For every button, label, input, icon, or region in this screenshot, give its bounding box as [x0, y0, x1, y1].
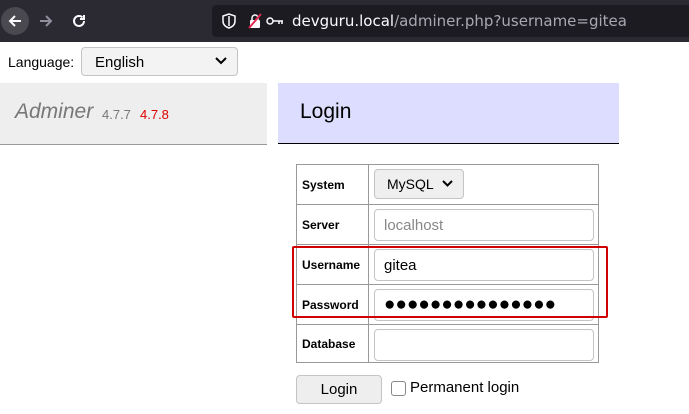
key-icon[interactable]: [266, 15, 284, 27]
reload-icon: [73, 14, 85, 27]
forward-arrow-icon: [40, 15, 53, 27]
credentials-highlight-box: [292, 246, 608, 318]
current-version: 4.7.7: [102, 107, 131, 122]
chevron-down-icon: [442, 180, 453, 187]
system-select[interactable]: MySQL: [374, 169, 464, 199]
shield-icon[interactable]: [222, 13, 236, 29]
url-text[interactable]: devguru.local/adminer.php?username=gitea: [292, 12, 627, 30]
back-button[interactable]: [1, 7, 29, 35]
database-input[interactable]: [374, 329, 594, 361]
page-header: Login: [278, 83, 619, 144]
chevron-down-icon: [215, 57, 227, 65]
url-path: /adminer.php?username=gitea: [394, 12, 627, 30]
reload-button[interactable]: [65, 7, 93, 35]
url-bar[interactable]: devguru.local/adminer.php?username=gitea: [212, 5, 689, 37]
system-selected-value: MySQL: [387, 176, 434, 192]
language-selected-value: English: [95, 54, 145, 71]
server-label: Server: [297, 205, 369, 244]
login-button[interactable]: Login: [296, 375, 382, 404]
permanent-login-label[interactable]: Permanent login: [410, 379, 519, 396]
new-version-link[interactable]: 4.7.8: [140, 107, 169, 122]
language-label: Language:: [8, 54, 75, 70]
app-name-link[interactable]: Adminer: [15, 100, 93, 124]
system-row: System MySQL: [297, 165, 598, 205]
forward-button[interactable]: [32, 7, 60, 35]
app-header: Adminer 4.7.7 4.7.8: [0, 83, 267, 145]
server-input[interactable]: localhost: [374, 209, 594, 241]
database-row: Database: [297, 325, 598, 362]
permanent-login-checkbox[interactable]: [391, 381, 406, 396]
insecure-lock-icon[interactable]: [248, 13, 262, 29]
browser-toolbar: devguru.local/adminer.php?username=gitea: [0, 0, 689, 42]
back-arrow-icon: [8, 15, 21, 27]
database-label: Database: [297, 325, 369, 362]
server-row: Server localhost: [297, 205, 598, 245]
language-select[interactable]: English: [81, 47, 238, 76]
page-title: Login: [300, 100, 352, 123]
url-host: devguru.local: [292, 12, 395, 30]
system-label: System: [297, 165, 369, 204]
